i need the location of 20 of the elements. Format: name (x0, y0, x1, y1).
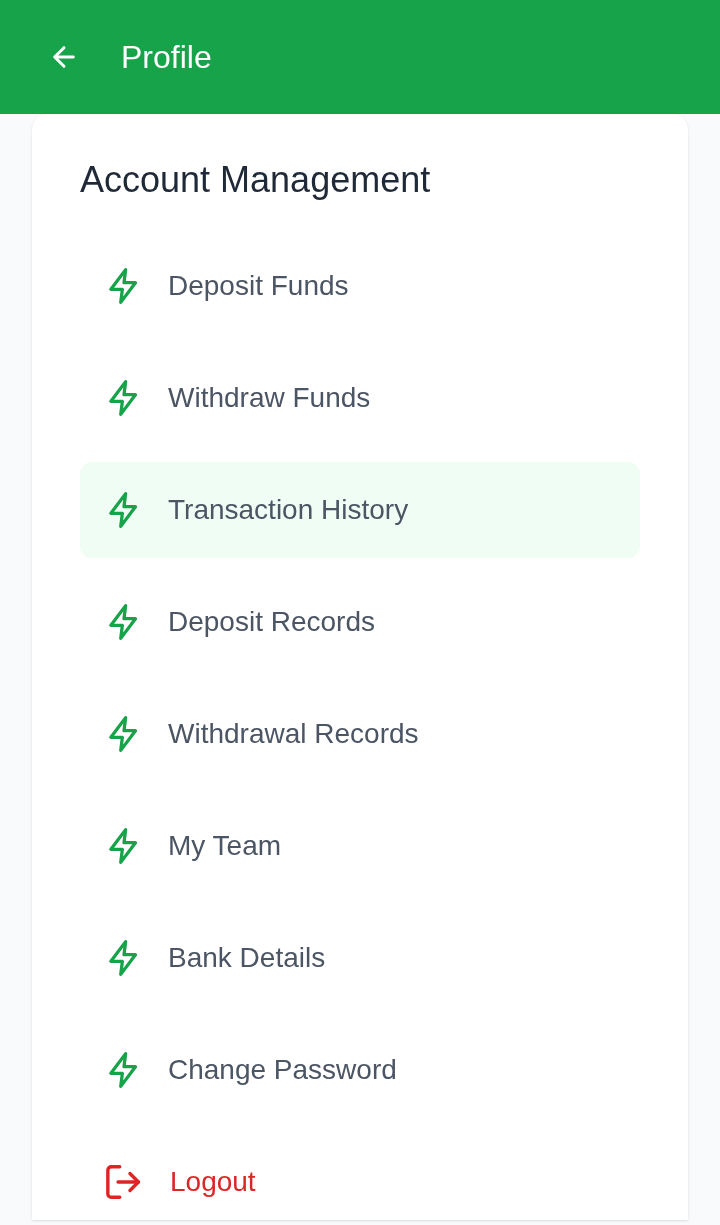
logout-icon (106, 1165, 142, 1199)
section-heading: Account Management (80, 158, 432, 202)
menu-item[interactable]: Deposit Funds (80, 238, 640, 334)
menu-item[interactable]: Bank Details (80, 910, 640, 1006)
menu-item[interactable]: Withdraw Funds (80, 350, 640, 446)
menu-item[interactable]: Deposit Records (80, 574, 640, 670)
lightning-bolt-icon (108, 380, 140, 416)
menu-item[interactable]: Withdrawal Records (80, 686, 640, 782)
menu-item[interactable]: Change Password (80, 1022, 640, 1118)
lightning-bolt-icon (108, 604, 140, 640)
menu-item[interactable]: Transaction History (80, 462, 640, 558)
menu-item[interactable]: My Team (80, 798, 640, 894)
lightning-bolt-icon (108, 940, 140, 976)
lightning-bolt-icon (108, 1052, 140, 1088)
lightning-bolt-icon (108, 492, 140, 528)
page-title: Profile (121, 41, 212, 73)
lightning-bolt-icon (108, 268, 140, 304)
logout-button[interactable]: Logout (80, 1134, 640, 1220)
lightning-bolt-icon (108, 716, 140, 752)
lightning-bolt-icon (108, 828, 140, 864)
